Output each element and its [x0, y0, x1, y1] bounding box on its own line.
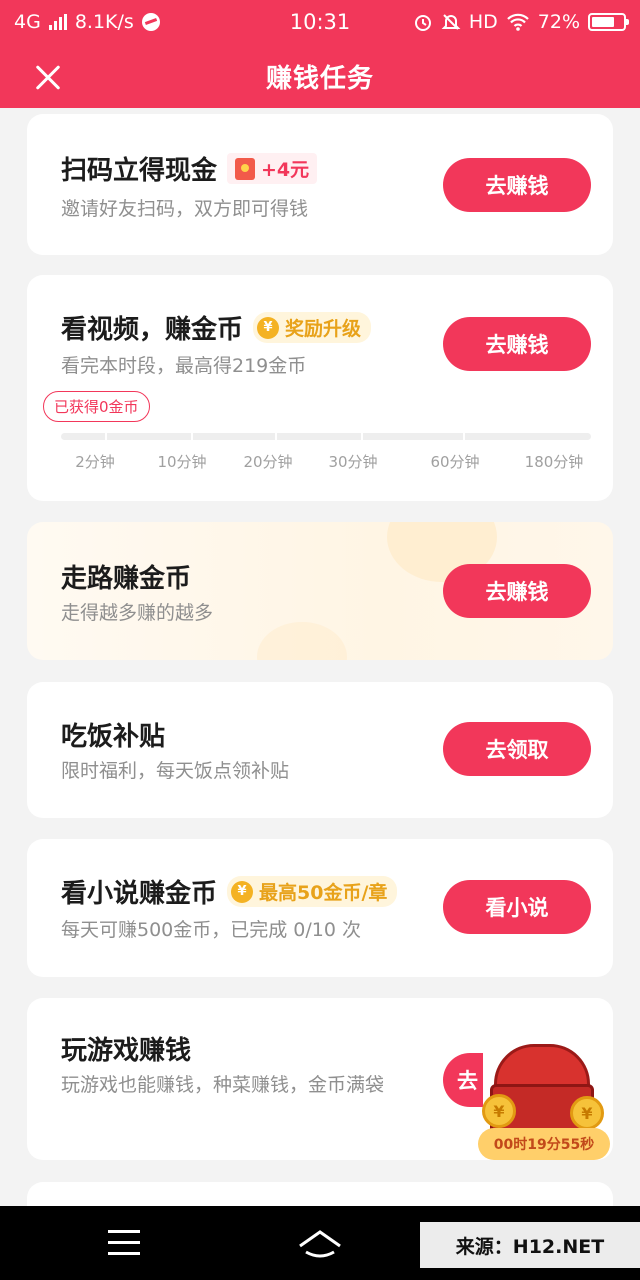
task-card-read-novel: 看小说赚金币 ¥ 最高50金币/章 每天可赚500金币，已完成 0/10 次 看…: [27, 839, 613, 977]
milestone-label: 20分钟: [243, 453, 293, 471]
milestone-label: 30分钟: [328, 453, 378, 471]
hd-indicator: HD: [468, 11, 498, 33]
claim-button[interactable]: 去领取: [443, 722, 591, 776]
earn-button[interactable]: 去赚钱: [443, 564, 591, 618]
task-title-row: 扫码立得现金 +4元: [61, 150, 318, 187]
progress-tick: [463, 433, 465, 440]
max-coins-badge-label: 最高50金币/章: [259, 882, 388, 904]
earn-button[interactable]: 去赚钱: [443, 317, 591, 371]
task-subtitle: 限时福利，每天饭点领补贴: [61, 760, 290, 782]
read-novel-button[interactable]: 看小说: [443, 880, 591, 934]
coin-icon: ¥: [231, 880, 254, 903]
task-title-row: 走路赚金币: [61, 558, 191, 595]
progress-tick: [191, 433, 193, 440]
mute-bell-icon: [441, 14, 461, 30]
task-card-meal-subsidy: 吃饭补贴 限时福利，每天饭点领补贴 去领取: [27, 682, 613, 818]
reward-badge: +4元: [227, 153, 318, 184]
task-title-row: 玩游戏赚钱: [61, 1030, 191, 1067]
signal-icon: [48, 14, 67, 30]
task-title: 走路赚金币: [61, 564, 192, 594]
app-notification-icon: [141, 13, 160, 31]
task-subtitle: 看完本时段，最高得219金币: [61, 355, 307, 377]
task-subtitle: 每天可赚500金币，已完成 0/10 次: [61, 919, 362, 941]
progress-tick: [105, 433, 107, 440]
max-coins-badge: ¥ 最高50金币/章: [227, 876, 398, 907]
treasure-chest-icon[interactable]: ¥ ¥ 00时19分55秒: [470, 1044, 618, 1168]
task-card-scan-qr: 扫码立得现金 +4元 邀请好友扫码，双方即可得钱 去赚钱: [27, 114, 613, 255]
task-card-walk: 走路赚金币 走得越多赚的越多 去赚钱: [27, 522, 613, 660]
page-title: 赚钱任务: [265, 63, 374, 94]
decor-blob: [257, 622, 347, 660]
watch-progress-bar: [61, 433, 591, 440]
network-speed: 8.1K/s: [74, 11, 134, 33]
task-title: 看小说赚金币: [61, 879, 218, 909]
battery-icon: [588, 13, 629, 31]
wifi-icon: [506, 13, 529, 31]
milestone-label: 10分钟: [157, 453, 207, 471]
earned-coins-bubble: 已获得0金币: [43, 391, 150, 422]
progress-tick: [361, 433, 363, 440]
menu-icon[interactable]: [108, 1230, 140, 1256]
app-bar: 赚钱任务: [0, 44, 640, 108]
progress-tick: [275, 433, 277, 440]
alarm-icon: [414, 15, 431, 31]
task-subtitle: 玩游戏也能赚钱，种菜赚钱，金币满袋: [61, 1074, 385, 1096]
network-type: 4G: [14, 11, 41, 33]
status-bar: 4G 8.1K/s 10:31 HD 72%: [0, 0, 640, 44]
task-title: 扫码立得现金: [61, 156, 218, 186]
task-title-row: 吃饭补贴: [61, 716, 165, 753]
battery-percent: 72%: [537, 11, 580, 33]
task-subtitle: 走得越多赚的越多: [61, 602, 214, 624]
milestone-label: 60分钟: [430, 453, 480, 471]
coin-icon: ¥: [570, 1096, 604, 1130]
task-title: 看视频，赚金币: [61, 315, 244, 345]
coin-icon: ¥: [257, 316, 280, 339]
coin-icon: ¥: [482, 1094, 516, 1128]
countdown-timer: 00时19分55秒: [478, 1128, 610, 1160]
source-watermark: 来源：H12.NET: [420, 1222, 640, 1268]
close-icon[interactable]: [28, 58, 68, 98]
home-icon[interactable]: [296, 1224, 344, 1262]
task-title: 吃饭补贴: [61, 722, 166, 752]
task-title-row: 看小说赚金币 ¥ 最高50金币/章: [61, 873, 398, 910]
red-packet-icon: [235, 157, 256, 180]
earn-button[interactable]: 去赚钱: [443, 158, 591, 212]
task-card-watch-video: 看视频，赚金币 ¥ 奖励升级 看完本时段，最高得219金币 去赚钱 已获得0金币…: [27, 275, 613, 501]
reward-badge-label: +4元: [261, 159, 310, 181]
upgrade-badge-label: 奖励升级: [285, 318, 362, 340]
status-left: 4G 8.1K/s: [14, 11, 160, 33]
status-right: HD 72%: [413, 11, 629, 33]
task-subtitle: 邀请好友扫码，双方即可得钱: [61, 198, 309, 220]
task-title: 玩游戏赚钱: [61, 1036, 192, 1066]
task-title-row: 看视频，赚金币 ¥ 奖励升级: [61, 309, 372, 346]
milestone-label: 2分钟: [75, 453, 115, 471]
upgrade-badge: ¥ 奖励升级: [253, 312, 372, 343]
milestone-label: 180分钟: [524, 453, 584, 471]
